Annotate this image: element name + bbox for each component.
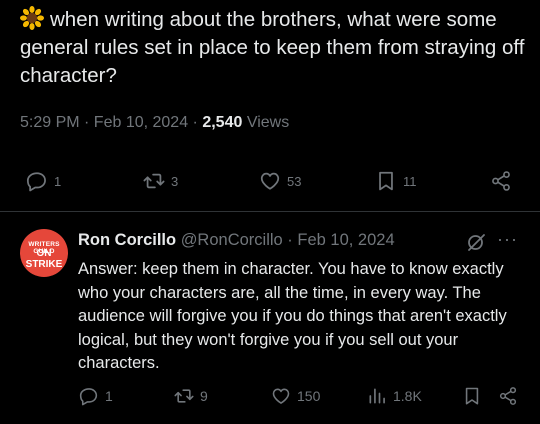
reply-text: Answer: keep them in character. You have…: [78, 260, 507, 372]
grok-icon[interactable]: [466, 232, 486, 252]
reply-icon: [79, 388, 98, 406]
reply-count: 1: [54, 173, 62, 189]
reply-author-name[interactable]: Ron Corcillo: [78, 231, 176, 249]
tweet-views-count: 2,540: [202, 114, 243, 131]
retweet-icon: [174, 389, 194, 403]
divider: [0, 211, 540, 212]
reply-retweet-count: 9: [200, 388, 208, 404]
reply-retweet-button[interactable]: 9: [174, 386, 208, 406]
share-icon: [492, 171, 510, 191]
tweet-views-label: Views: [242, 114, 290, 131]
reply-action-bar: 1 9 150 1.8K: [0, 386, 540, 412]
reply-author-handle[interactable]: @RonCorcillo · Feb 10, 2024: [181, 231, 395, 249]
avatar[interactable]: WRITERS GUILD ON STRIKE: [20, 229, 68, 277]
retweet-icon: [143, 173, 165, 189]
avatar-text-bottom: ON STRIKE: [25, 248, 63, 270]
retweet-button[interactable]: 3: [143, 170, 178, 192]
tweet-action-bar: 1 3 53 11: [0, 170, 540, 200]
reply-header: Ron Corcillo @RonCorcillo · Feb 10, 2024: [78, 231, 395, 250]
bookmark-icon: [465, 387, 479, 405]
reply-views-button[interactable]: 1.8K: [367, 386, 422, 406]
reply-like-count: 150: [297, 388, 321, 404]
bookmark-count: 11: [403, 173, 417, 189]
reply-reply-count: 1: [105, 388, 113, 404]
heart-icon: [272, 388, 290, 404]
reply-bookmark-button[interactable]: [462, 386, 482, 406]
reply-reply-button[interactable]: 1: [79, 386, 113, 406]
reply-share-button[interactable]: [498, 386, 518, 406]
share-button[interactable]: [490, 170, 512, 192]
reply-views-count: 1.8K: [393, 388, 422, 404]
tweet-meta: 5:29 PM · Feb 10, 2024 · 2,540 Views: [20, 114, 289, 132]
bookmark-button[interactable]: 11: [375, 170, 417, 192]
share-icon: [499, 387, 517, 405]
heart-icon: [260, 172, 280, 190]
tweet-text-block: when writing about the brothers, what we…: [20, 6, 530, 90]
more-options-button[interactable]: ···: [497, 230, 519, 252]
reply-like-button[interactable]: 150: [271, 386, 320, 406]
retweet-count: 3: [171, 173, 179, 189]
like-count: 53: [287, 173, 302, 189]
like-button[interactable]: 53: [259, 170, 301, 192]
tweet-timestamp[interactable]: 5:29 PM · Feb 10, 2024 ·: [20, 114, 202, 131]
bookmark-icon: [379, 171, 393, 191]
reply-icon: [26, 172, 46, 192]
reply-button[interactable]: 1: [26, 170, 61, 192]
sunflower-icon: [20, 6, 44, 30]
tweet-text: when writing about the brothers, what we…: [20, 8, 525, 87]
analytics-icon: [369, 388, 385, 404]
